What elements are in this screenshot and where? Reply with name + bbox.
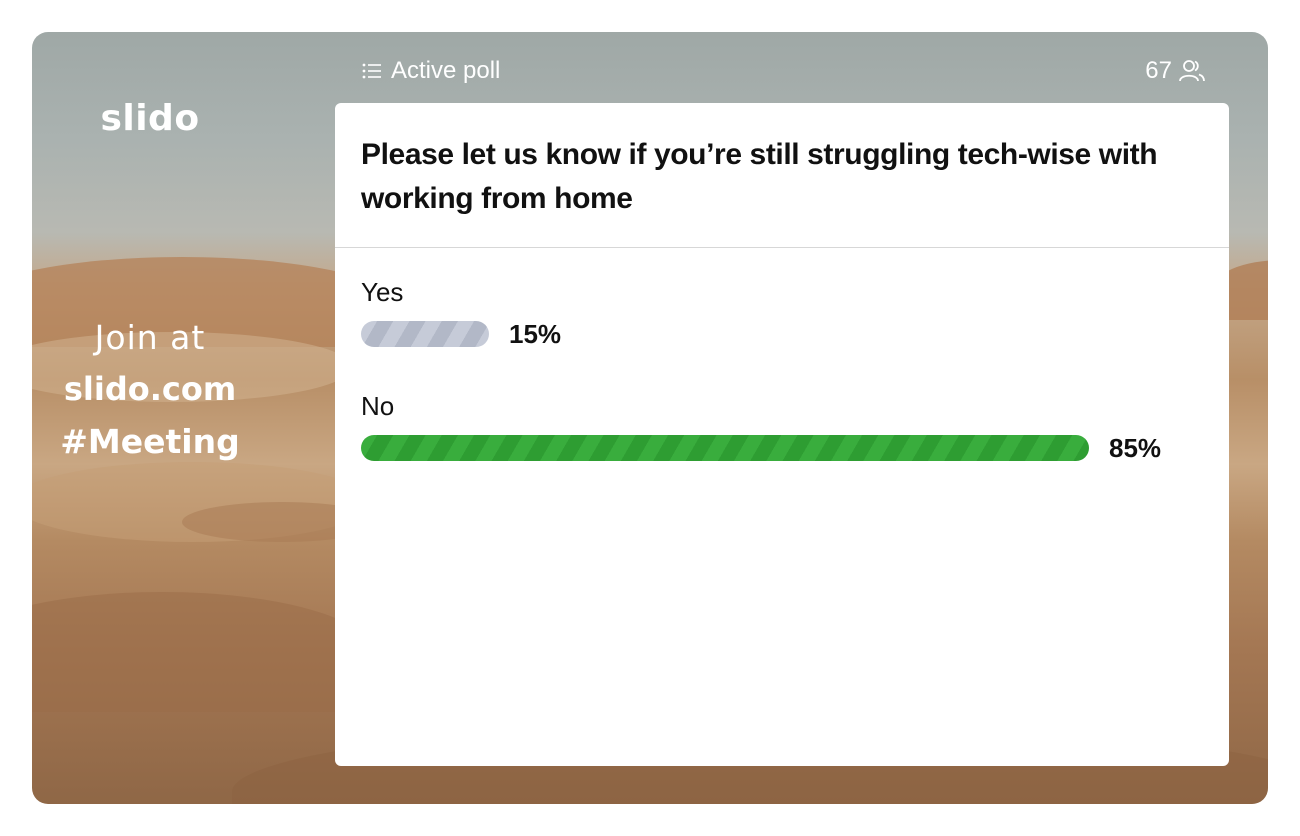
result-bar	[361, 321, 489, 347]
poll-card: Please let us know if you’re still strug…	[335, 103, 1229, 766]
poll-status: Active poll	[361, 57, 500, 85]
result-percent: 15%	[509, 319, 562, 349]
result-bar-row: 85%	[361, 433, 1211, 463]
poll-option-yes: Yes 15%	[361, 277, 1211, 349]
participant-count: 67	[1145, 57, 1206, 85]
dune-decoration	[32, 462, 372, 542]
list-icon	[362, 63, 381, 79]
option-label: Yes	[361, 277, 404, 307]
dune-decoration	[32, 592, 372, 712]
join-url: slido.com	[63, 370, 237, 408]
poll-question: Please let us know if you’re still strug…	[361, 138, 1158, 215]
people-icon	[1179, 60, 1205, 82]
option-label: No	[361, 391, 395, 421]
divider	[335, 247, 1229, 248]
poll-header: Active poll 67	[361, 56, 1206, 86]
participant-count-value: 67	[1145, 57, 1172, 84]
result-bar-row: 15%	[361, 319, 1211, 349]
poll-status-label: Active poll	[391, 57, 501, 84]
logo-text: slido	[100, 98, 200, 139]
result-percent: 85%	[1109, 433, 1162, 463]
join-prefix: Join at	[94, 318, 206, 357]
event-code: #Meeting	[60, 422, 240, 461]
poll-option-no: No 85%	[361, 391, 1211, 463]
result-bar	[361, 435, 1089, 461]
